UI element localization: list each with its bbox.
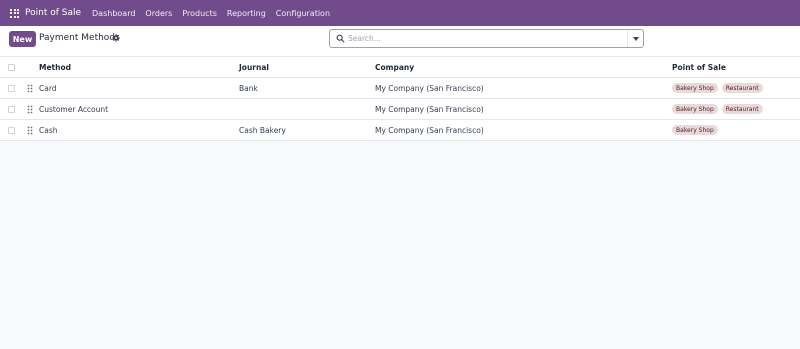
pos-tag: Bakery Shop	[672, 125, 718, 135]
row-checkbox[interactable]	[8, 106, 15, 113]
search-options-toggle[interactable]	[627, 30, 643, 47]
new-button[interactable]: New	[9, 31, 36, 47]
cell-point-of-sale: Bakery Shop	[672, 125, 722, 135]
apps-grid-icon[interactable]	[10, 8, 19, 18]
drag-handle-icon[interactable]	[27, 105, 33, 114]
column-header-point-of-sale[interactable]: Point of Sale	[672, 63, 726, 72]
cell-company: My Company (San Francisco)	[375, 105, 484, 114]
pos-tag: Bakery Shop	[672, 83, 718, 93]
menu-item-orders[interactable]: Orders	[145, 9, 172, 18]
search-bar	[329, 29, 644, 48]
column-header-journal[interactable]: Journal	[239, 63, 269, 72]
menu-item-products[interactable]: Products	[182, 9, 217, 18]
pos-tag: Bakery Shop	[672, 104, 718, 114]
search-icon	[336, 34, 345, 43]
main-menu: Dashboard Orders Products Reporting Conf…	[92, 9, 340, 18]
select-all-checkbox[interactable]	[8, 64, 15, 71]
cell-method: Cash	[39, 126, 58, 135]
cell-company: My Company (San Francisco)	[375, 84, 484, 93]
column-header-method[interactable]: Method	[39, 63, 71, 72]
cell-method: Customer Account	[39, 105, 109, 114]
pos-tag: Restaurant	[721, 104, 763, 114]
menu-item-dashboard[interactable]: Dashboard	[92, 9, 135, 18]
drag-handle-icon[interactable]	[27, 84, 33, 93]
gear-icon[interactable]	[112, 34, 120, 42]
row-checkbox[interactable]	[8, 85, 15, 92]
page-title: Payment Methods	[39, 33, 120, 43]
table-row[interactable]: Card Bank My Company (San Francisco) Bak…	[0, 78, 800, 99]
cell-point-of-sale: Bakery Shop Restaurant	[672, 104, 767, 114]
table-row[interactable]: Cash Cash Bakery My Company (San Francis…	[0, 120, 800, 141]
cell-company: My Company (San Francisco)	[375, 126, 484, 135]
cell-journal: Cash Bakery	[239, 126, 286, 135]
control-panel: New Payment Methods	[0, 26, 800, 56]
row-checkbox[interactable]	[8, 127, 15, 134]
payment-methods-list: Method Journal Company Point of Sale Car…	[0, 56, 800, 141]
drag-handle-icon[interactable]	[27, 126, 33, 135]
table-header: Method Journal Company Point of Sale	[0, 57, 800, 78]
pos-tag: Restaurant	[721, 83, 763, 93]
table-row[interactable]: Customer Account My Company (San Francis…	[0, 99, 800, 120]
app-name[interactable]: Point of Sale	[25, 8, 81, 18]
search-input[interactable]	[348, 31, 628, 46]
column-header-company[interactable]: Company	[375, 63, 414, 72]
cell-journal: Bank	[239, 84, 258, 93]
cell-point-of-sale: Bakery Shop Restaurant	[672, 83, 767, 93]
top-navbar: Point of Sale Dashboard Orders Products …	[0, 0, 800, 26]
caret-down-icon	[632, 36, 639, 41]
menu-item-configuration[interactable]: Configuration	[276, 9, 330, 18]
menu-item-reporting[interactable]: Reporting	[227, 9, 266, 18]
cell-method: Card	[39, 84, 57, 93]
